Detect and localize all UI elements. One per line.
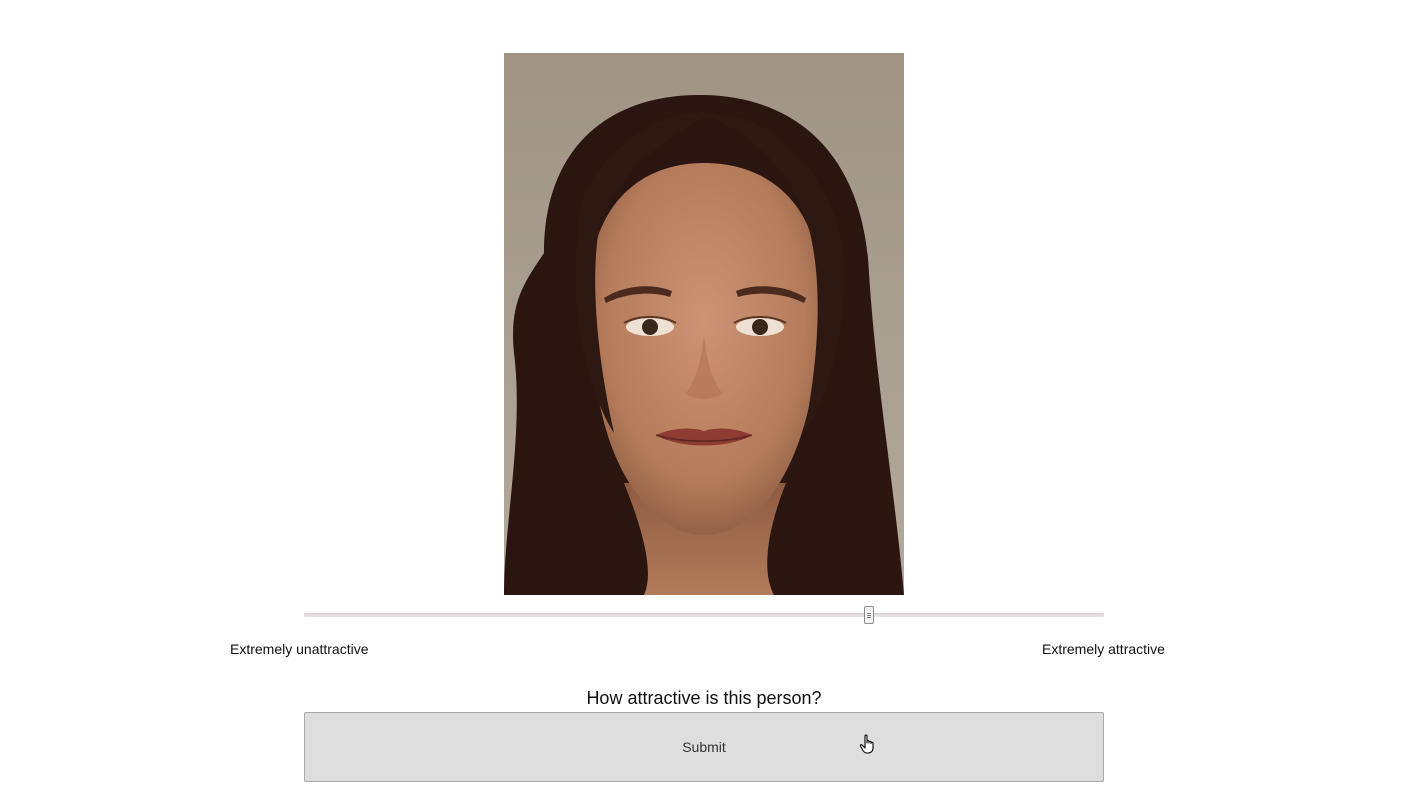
scale-max-label: Extremely attractive — [1042, 641, 1165, 657]
rating-slider[interactable] — [304, 606, 1104, 624]
rating-page: Extremely unattractive Extremely attract… — [0, 0, 1422, 800]
grip-lines-icon — [866, 613, 871, 614]
slider-handle[interactable] — [863, 606, 874, 624]
slider-track[interactable] — [304, 613, 1104, 617]
submit-button[interactable]: Submit — [304, 712, 1104, 782]
question-text: How attractive is this person? — [586, 688, 822, 708]
face-photo — [504, 53, 904, 595]
scale-min-label: Extremely unattractive — [230, 641, 369, 657]
